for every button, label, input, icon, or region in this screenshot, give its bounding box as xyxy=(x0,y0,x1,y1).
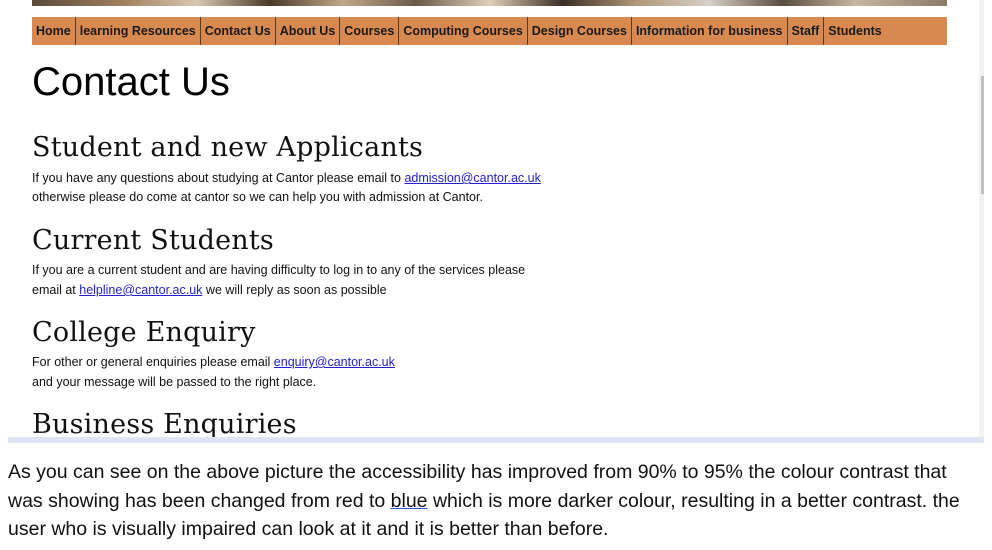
page-title: Contact Us xyxy=(32,60,230,104)
current-students-line-2: email at helpline@cantor.ac.uk we will r… xyxy=(32,280,387,300)
browser-viewport: Home learning Resources Contact Us About… xyxy=(8,0,984,444)
header-banner-image xyxy=(32,0,947,6)
vertical-scrollbar[interactable]: ▲ ▼ xyxy=(979,0,984,440)
caption-underlined-word: blue xyxy=(390,489,428,512)
scroll-up-arrow-icon[interactable]: ▲ xyxy=(979,2,984,16)
student-applicants-text: If you have any questions about studying… xyxy=(32,171,405,185)
student-applicants-line-1: If you have any questions about studying… xyxy=(32,168,541,188)
helpline-email-link[interactable]: helpline@cantor.ac.uk xyxy=(79,283,202,297)
screenshot-bottom-edge xyxy=(8,437,984,443)
current-students-pre-text: email at xyxy=(32,283,80,297)
nav-staff[interactable]: Staff xyxy=(788,17,825,45)
nav-contact-us[interactable]: Contact Us xyxy=(201,17,276,45)
college-enquiry-line-1: For other or general enquiries please em… xyxy=(32,352,395,372)
college-enquiry-text: For other or general enquiries please em… xyxy=(32,355,274,369)
current-students-post-text: we will reply as soon as possible xyxy=(202,283,387,297)
heading-current-students: Current Students xyxy=(32,225,274,256)
main-navigation: Home learning Resources Contact Us About… xyxy=(32,17,947,45)
nav-learning-resources[interactable]: learning Resources xyxy=(76,17,201,45)
nav-about-us[interactable]: About Us xyxy=(276,17,341,45)
college-enquiry-line-2: and your message will be passed to the r… xyxy=(32,375,317,389)
nav-computing-courses[interactable]: Computing Courses xyxy=(399,17,528,45)
nav-courses[interactable]: Courses xyxy=(340,17,400,45)
scrollbar-thumb[interactable] xyxy=(981,76,984,194)
current-students-line-1: If you are a current student and are hav… xyxy=(32,263,526,277)
admission-email-link[interactable]: admission@cantor.ac.uk xyxy=(404,171,540,185)
caption-text: As you can see on the above picture the … xyxy=(8,458,978,544)
enquiry-email-link[interactable]: enquiry@cantor.ac.uk xyxy=(274,355,395,369)
student-applicants-line-2: otherwise please do come at cantor so we… xyxy=(32,190,483,204)
scroll-down-arrow-icon[interactable]: ▼ xyxy=(979,424,984,438)
nav-students[interactable]: Students xyxy=(824,17,885,45)
nav-design-courses[interactable]: Design Courses xyxy=(528,17,632,45)
nav-information-for-business[interactable]: Information for business xyxy=(632,17,788,45)
nav-home[interactable]: Home xyxy=(32,17,76,45)
heading-college-enquiry: College Enquiry xyxy=(32,317,256,348)
heading-student-applicants: Student and new Applicants xyxy=(32,132,424,163)
